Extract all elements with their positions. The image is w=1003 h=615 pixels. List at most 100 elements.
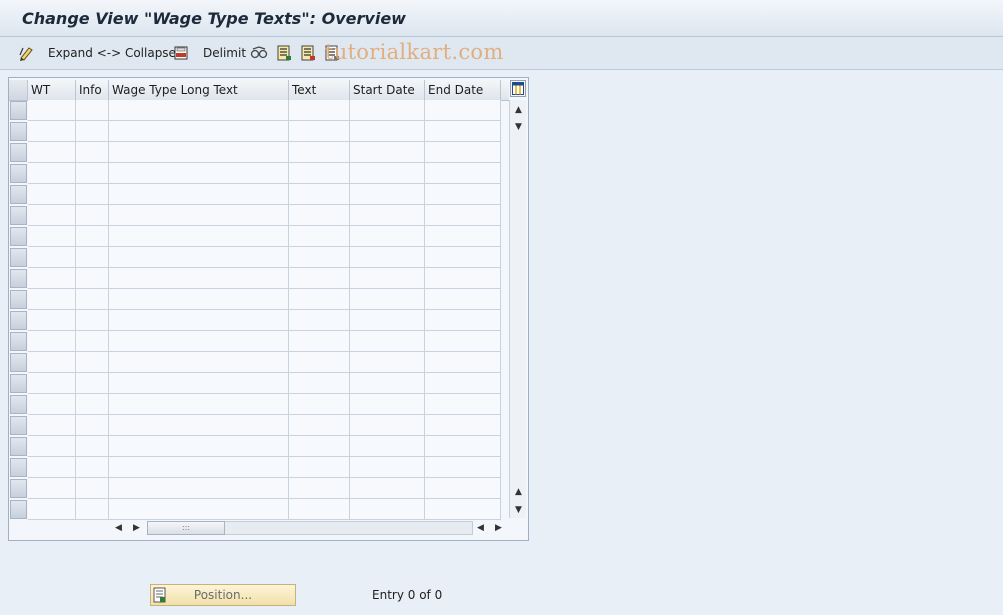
table-cell[interactable] (109, 184, 289, 205)
row-selector[interactable] (10, 437, 27, 456)
table-cell[interactable] (350, 184, 425, 205)
table-cell[interactable] (76, 121, 109, 142)
table-cell[interactable] (109, 121, 289, 142)
horizontal-scroll-thumb[interactable]: ::: (147, 521, 225, 535)
row-selector[interactable] (10, 101, 27, 120)
table-cell[interactable] (28, 184, 76, 205)
table-cell[interactable] (76, 499, 109, 520)
scroll-up-icon[interactable]: ▲ (511, 105, 526, 115)
table-cell[interactable] (28, 310, 76, 331)
table-cell[interactable] (76, 205, 109, 226)
table-cell[interactable] (289, 268, 350, 289)
scroll-far-right-icon[interactable]: ▶ (491, 523, 506, 533)
table-cell[interactable] (28, 142, 76, 163)
print-button[interactable] (173, 44, 189, 62)
table-cell[interactable] (289, 478, 350, 499)
scroll-left-icon[interactable]: ◀ (111, 523, 126, 533)
table-cell[interactable] (76, 310, 109, 331)
table-cell[interactable] (28, 100, 76, 121)
table-cell[interactable] (76, 100, 109, 121)
table-cell[interactable] (425, 121, 501, 142)
row-selector[interactable] (10, 206, 27, 225)
row-selector[interactable] (10, 143, 27, 162)
table-cell[interactable] (109, 415, 289, 436)
table-cell[interactable] (289, 436, 350, 457)
row-selector[interactable] (10, 479, 27, 498)
row-selector[interactable] (10, 311, 27, 330)
row-selector[interactable] (10, 374, 27, 393)
table-cell[interactable] (350, 205, 425, 226)
row-selector[interactable] (10, 164, 27, 183)
table-cell[interactable] (76, 289, 109, 310)
row-selector[interactable] (10, 122, 27, 141)
row-selector[interactable] (10, 458, 27, 477)
table-cell[interactable] (28, 247, 76, 268)
table-cell[interactable] (350, 478, 425, 499)
table-cell[interactable] (425, 352, 501, 373)
select-all-rows-corner[interactable] (9, 80, 28, 100)
table-cell[interactable] (289, 205, 350, 226)
expand-collapse-button[interactable]: Expand <-> Collapse (48, 44, 176, 62)
column-header-text[interactable]: Text (289, 80, 350, 100)
table-cell[interactable] (109, 226, 289, 247)
table-cell[interactable] (350, 373, 425, 394)
row-selector[interactable] (10, 500, 27, 519)
table-cell[interactable] (425, 184, 501, 205)
table-cell[interactable] (425, 310, 501, 331)
table-cell[interactable] (289, 394, 350, 415)
column-header-start-date[interactable]: Start Date (350, 80, 425, 100)
table-cell[interactable] (28, 205, 76, 226)
column-header-wt[interactable]: WT (28, 80, 76, 100)
table-cell[interactable] (289, 184, 350, 205)
table-cell[interactable] (350, 226, 425, 247)
table-cell[interactable] (76, 352, 109, 373)
table-cell[interactable] (109, 394, 289, 415)
row-selector[interactable] (10, 227, 27, 246)
table-cell[interactable] (350, 499, 425, 520)
row-selector[interactable] (10, 353, 27, 372)
table-cell[interactable] (76, 163, 109, 184)
table-cell[interactable] (425, 205, 501, 226)
row-selector[interactable] (10, 290, 27, 309)
table-cell[interactable] (350, 331, 425, 352)
table-cell[interactable] (28, 289, 76, 310)
horizontal-scrollbar[interactable]: ◀ ▶ ::: ◀ ▶ (109, 520, 509, 537)
table-settings-button[interactable] (510, 80, 526, 97)
table-cell[interactable] (425, 331, 501, 352)
table-cell[interactable] (425, 268, 501, 289)
table-cell[interactable] (289, 226, 350, 247)
column-header-long-text[interactable]: Wage Type Long Text (109, 80, 289, 100)
table-cell[interactable] (76, 331, 109, 352)
table-cell[interactable] (425, 142, 501, 163)
scroll-page-up-icon[interactable]: ▲ (511, 487, 526, 497)
table-cell[interactable] (289, 247, 350, 268)
table-cell[interactable] (76, 478, 109, 499)
delimit-button[interactable]: Delimit (203, 44, 246, 62)
table-cell[interactable] (28, 352, 76, 373)
table-cell[interactable] (109, 205, 289, 226)
table-cell[interactable] (350, 100, 425, 121)
table-cell[interactable] (109, 100, 289, 121)
table-cell[interactable] (350, 352, 425, 373)
table-cell[interactable] (28, 499, 76, 520)
table-cell[interactable] (76, 184, 109, 205)
row-selector[interactable] (10, 248, 27, 267)
table-cell[interactable] (76, 268, 109, 289)
row-selector[interactable] (10, 395, 27, 414)
table-cell[interactable] (28, 226, 76, 247)
table-cell[interactable] (425, 457, 501, 478)
table-cell[interactable] (28, 457, 76, 478)
table-cell[interactable] (425, 247, 501, 268)
table-cell[interactable] (350, 121, 425, 142)
table-cell[interactable] (425, 436, 501, 457)
row-selector[interactable] (10, 269, 27, 288)
table-cell[interactable] (289, 121, 350, 142)
row-selector[interactable] (10, 416, 27, 435)
table-cell[interactable] (76, 436, 109, 457)
table-cell[interactable] (76, 457, 109, 478)
table-cell[interactable] (425, 478, 501, 499)
table-cell[interactable] (425, 163, 501, 184)
select-block-button[interactable] (300, 44, 316, 62)
table-cell[interactable] (350, 289, 425, 310)
row-selector[interactable] (10, 332, 27, 351)
